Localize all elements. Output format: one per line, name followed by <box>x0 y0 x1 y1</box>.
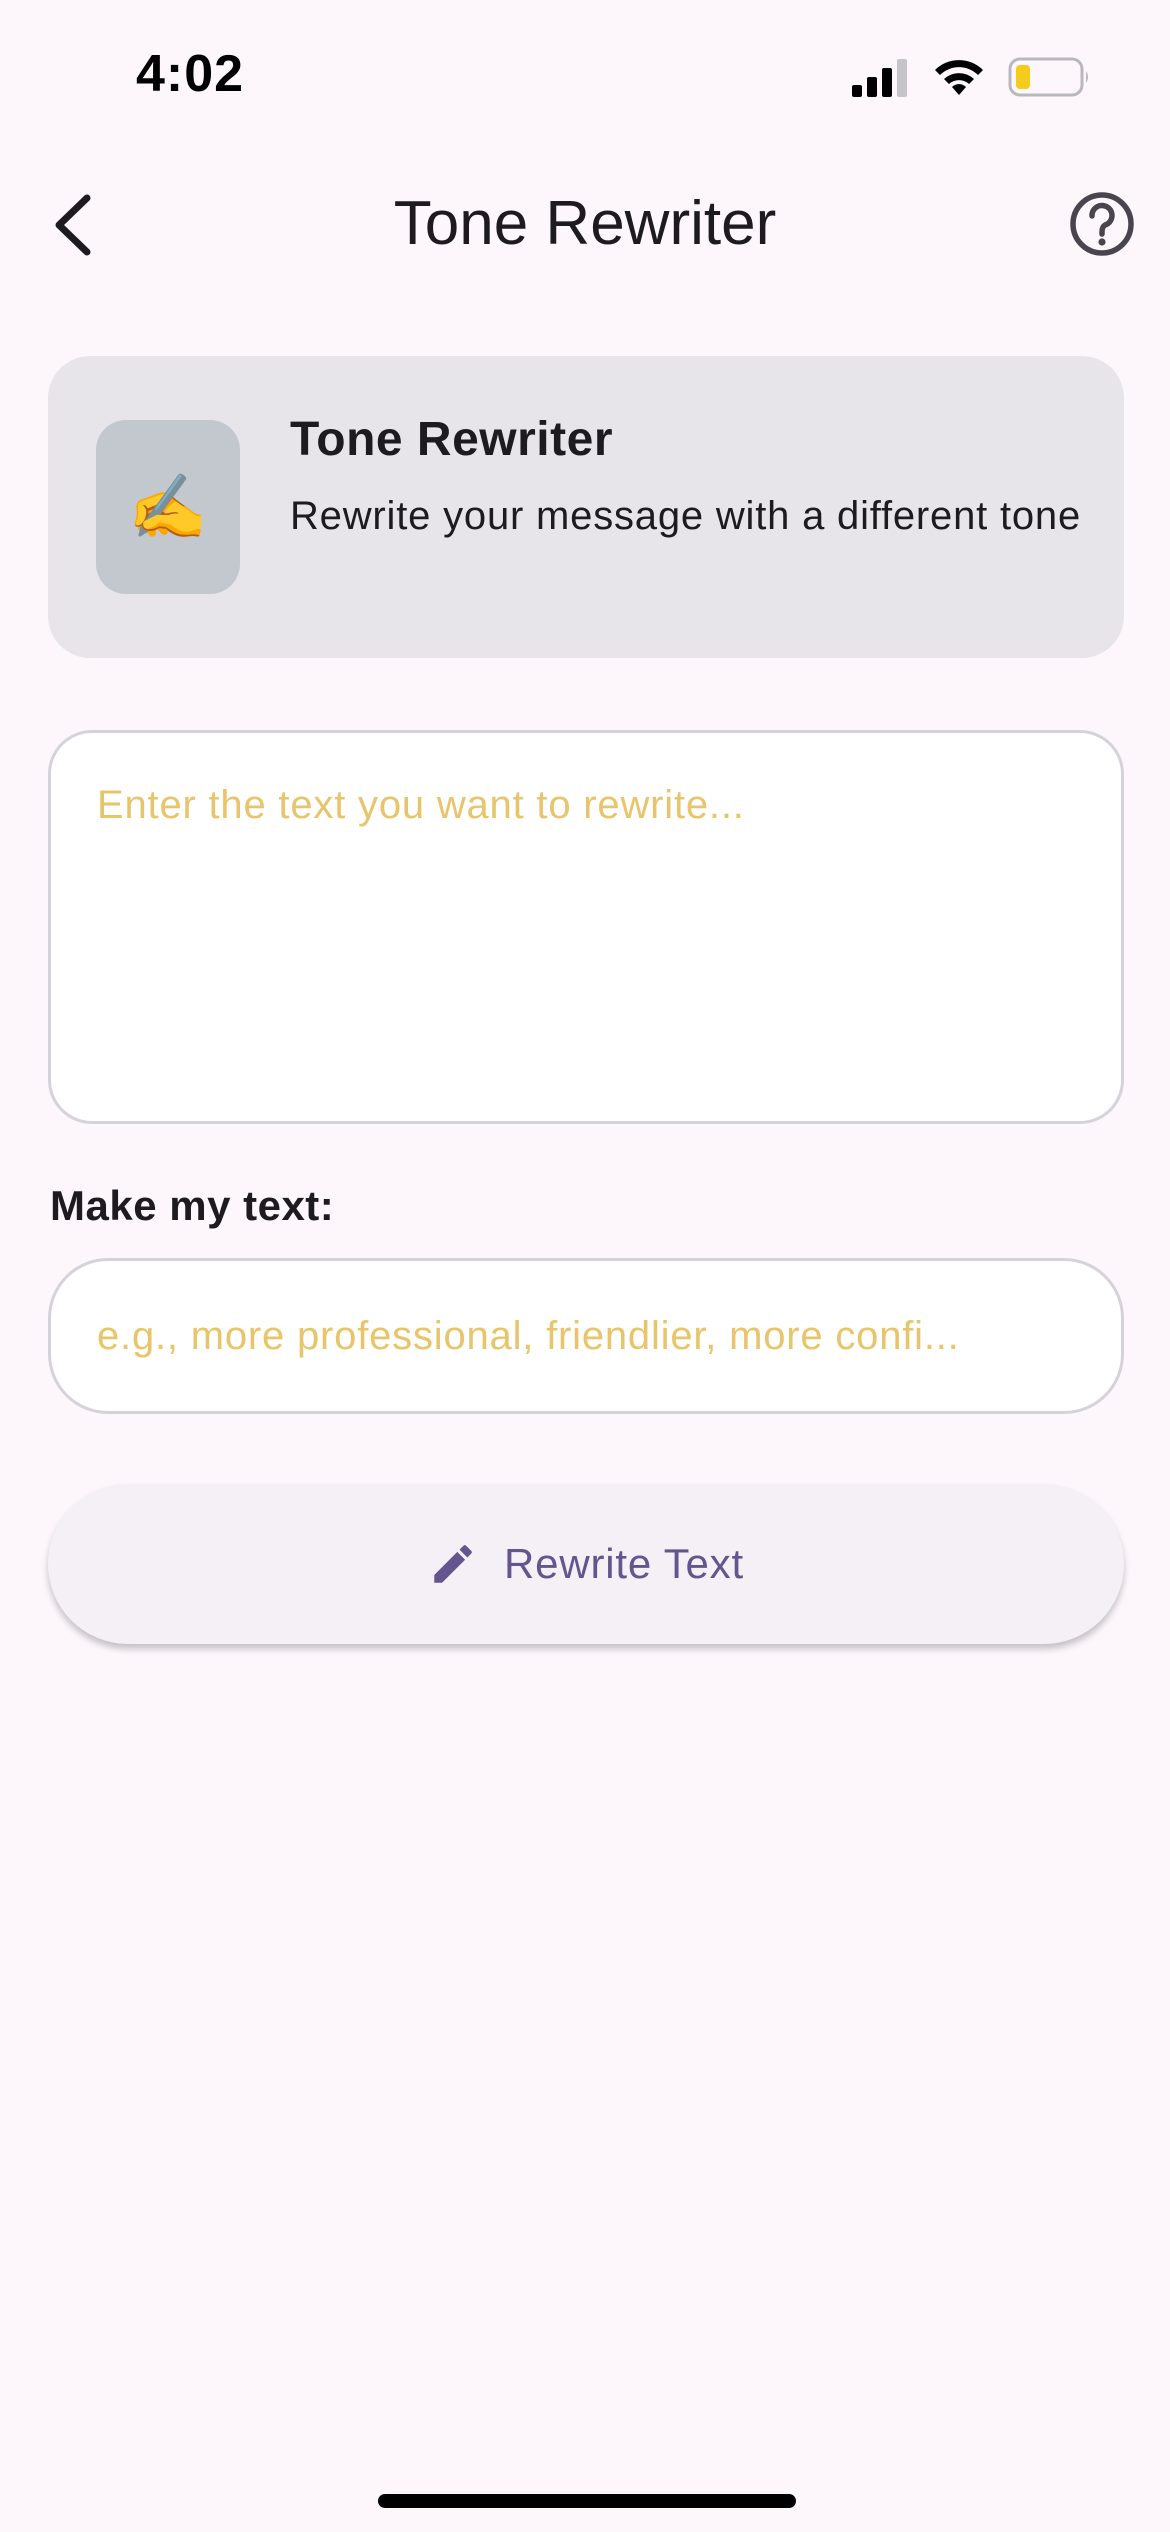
tool-description: Rewrite your message with a different to… <box>290 494 1082 538</box>
tone-field-label: Make my text: <box>50 1182 335 1229</box>
rewrite-text-button[interactable]: Rewrite Text <box>48 1484 1124 1644</box>
pencil-icon <box>434 1545 472 1583</box>
battery-icon <box>1008 57 1088 97</box>
status-time: 4:02 <box>136 45 245 103</box>
page-title: Tone Rewriter <box>393 189 777 258</box>
wifi-icon <box>935 60 983 95</box>
help-circle-icon <box>1070 192 1134 256</box>
help-button[interactable] <box>1062 184 1142 264</box>
source-text-input[interactable] <box>48 730 1124 1124</box>
rewrite-button-label: Rewrite Text <box>504 1540 744 1587</box>
tool-info-card: ✍️ Tone Rewriter Rewrite your message wi… <box>48 356 1124 658</box>
tool-title: Tone Rewriter <box>290 413 613 466</box>
writing-hand-icon: ✍️ <box>96 420 240 594</box>
cellular-signal-icon <box>852 59 907 97</box>
status-icons <box>852 56 1092 98</box>
home-indicator[interactable] <box>378 2494 796 2508</box>
tone-input[interactable] <box>48 1258 1124 1414</box>
app-bar: Tone Rewriter <box>0 170 1170 280</box>
status-bar: 4:02 <box>0 0 1170 150</box>
